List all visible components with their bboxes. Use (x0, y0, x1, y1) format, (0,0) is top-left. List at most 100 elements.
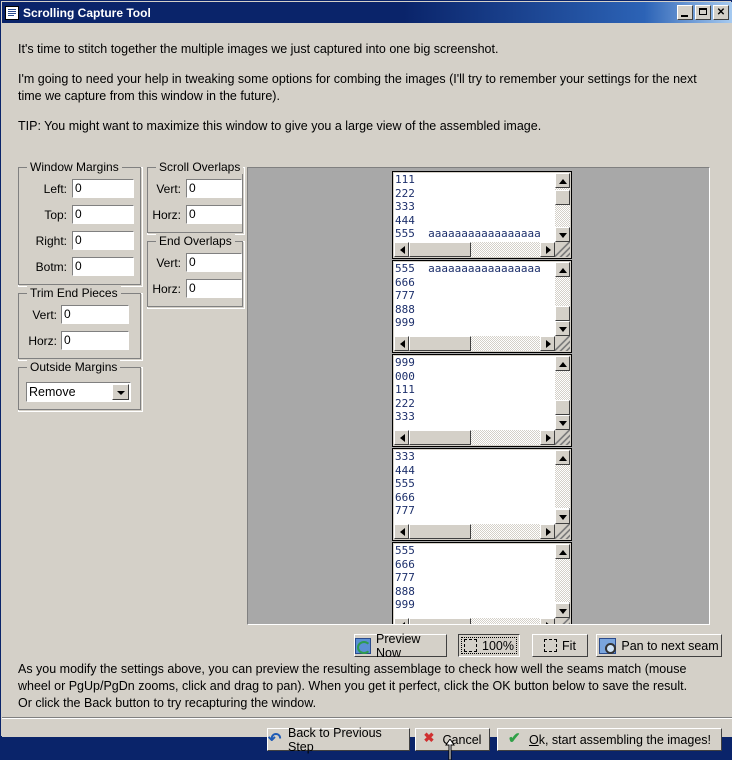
preview-segment[interactable]: 111 222 333 444 555 aaaaaaaaaaaaaaaaa (392, 171, 572, 259)
bottom-line-2: wheel or PgUp/PgDn zooms, click and drag… (18, 679, 688, 693)
resize-grip-icon[interactable] (555, 336, 570, 351)
scroll-left-icon[interactable] (394, 336, 409, 351)
group-scroll-overlaps-legend: Scroll Overlaps (156, 160, 244, 174)
preview-segment-text: 555 666 777 888 999 (394, 544, 555, 618)
input-window-margin-botm[interactable]: 0 (72, 257, 134, 276)
group-window-margins: Window Margins Left: 0 Top: 0 Right: 0 B… (18, 160, 143, 287)
segment-vertical-scrollbar[interactable] (555, 262, 570, 336)
segment-vertical-scrollbar[interactable] (555, 356, 570, 430)
scroll-right-icon[interactable] (540, 524, 555, 539)
preview-segment[interactable]: 555 666 777 888 999 (392, 542, 572, 624)
horizontal-scroll-thumb[interactable] (409, 242, 471, 257)
group-trim-end-pieces: Trim End Pieces Vert: 0 Horz: 0 (18, 286, 143, 361)
preview-now-label: Preview Now (376, 631, 421, 660)
chevron-down-icon[interactable] (112, 384, 129, 400)
input-end-overlap-horz[interactable]: 0 (186, 279, 242, 298)
segment-horizontal-scrollbar[interactable] (394, 524, 555, 539)
segment-horizontal-scrollbar[interactable] (394, 242, 555, 257)
resize-grip-icon[interactable] (555, 430, 570, 445)
segment-horizontal-scrollbar[interactable] (394, 336, 555, 351)
input-trim-horz[interactable]: 0 (61, 331, 129, 350)
scroll-left-icon[interactable] (394, 242, 409, 257)
resize-grip-icon[interactable] (555, 618, 570, 624)
resize-grip-icon[interactable] (555, 524, 570, 539)
green-check-icon (508, 729, 524, 747)
group-window-margins-legend: Window Margins (27, 160, 122, 174)
scroll-right-icon[interactable] (540, 430, 555, 445)
preview-segment[interactable]: 555 aaaaaaaaaaaaaaaaa 666 777 888 999 (392, 260, 572, 353)
bottom-line-1: As you modify the settings above, you ca… (18, 662, 687, 676)
input-window-margin-top[interactable]: 0 (72, 205, 134, 224)
pan-to-next-seam-button[interactable]: Pan to next seam (596, 634, 722, 657)
assembly-preview-canvas[interactable]: 111 222 333 444 555 aaaaaaaaaaaaaaaaa 55… (247, 167, 710, 625)
segment-vertical-scrollbar[interactable] (555, 544, 570, 618)
title-bar: Scrolling Capture Tool ✕ (2, 2, 732, 23)
horizontal-scroll-thumb[interactable] (409, 524, 471, 539)
minimize-button[interactable] (677, 5, 693, 20)
scroll-left-icon[interactable] (394, 430, 409, 445)
back-to-previous-step-button[interactable]: Back to Previous Step (267, 726, 410, 754)
preview-segment-text: 333 444 555 666 777 (394, 450, 555, 524)
group-trim-end-pieces-legend: Trim End Pieces (27, 286, 121, 300)
label-scroll-overlap-vert: Vert: (156, 181, 181, 196)
intro-line-3: TIP: You might want to maximize this win… (18, 119, 542, 133)
scroll-left-icon[interactable] (394, 618, 409, 624)
close-button[interactable]: ✕ (713, 5, 729, 20)
preview-now-button[interactable]: Preview Now (354, 631, 447, 660)
scroll-down-icon[interactable] (555, 415, 570, 430)
input-trim-vert[interactable]: 0 (61, 305, 129, 324)
zoom-fit-button[interactable]: Fit (532, 634, 588, 657)
zoom-100-button[interactable]: 100% (458, 634, 520, 657)
segment-vertical-scrollbar[interactable] (555, 173, 570, 242)
preview-segment-text: 999 000 111 222 333 (394, 356, 555, 430)
input-scroll-overlap-horz[interactable]: 0 (186, 205, 242, 224)
vertical-scroll-thumb[interactable] (555, 190, 570, 205)
label-window-margin-top: Top: (44, 207, 67, 222)
label-window-margin-botm: Botm: (35, 259, 67, 274)
dashed-box-icon (464, 639, 477, 652)
input-window-margin-right[interactable]: 0 (72, 231, 134, 250)
scroll-up-icon[interactable] (555, 450, 570, 465)
scroll-right-icon[interactable] (540, 336, 555, 351)
scroll-right-icon[interactable] (540, 618, 555, 624)
scroll-up-icon[interactable] (555, 544, 570, 559)
input-scroll-overlap-vert[interactable]: 0 (186, 179, 242, 198)
input-end-overlap-vert[interactable]: 0 (186, 253, 242, 272)
scroll-down-icon[interactable] (555, 509, 570, 524)
select-outside-margins[interactable]: Remove (26, 382, 131, 402)
input-window-margin-left[interactable]: 0 (72, 179, 134, 198)
scroll-up-icon[interactable] (555, 262, 570, 277)
scroll-up-icon[interactable] (555, 356, 570, 371)
horizontal-scroll-thumb[interactable] (409, 336, 471, 351)
resize-grip-icon[interactable] (555, 242, 570, 257)
segment-horizontal-scrollbar[interactable] (394, 430, 555, 445)
ok-start-assembling-button[interactable]: Ok, start assembling the images! (497, 728, 722, 751)
horizontal-scroll-thumb[interactable] (409, 430, 471, 445)
scroll-down-icon[interactable] (555, 603, 570, 618)
horizontal-scroll-thumb[interactable] (409, 618, 471, 624)
zoom-fit-label: Fit (562, 638, 576, 653)
preview-segment[interactable]: 999 000 111 222 333 (392, 354, 572, 447)
window-title: Scrolling Capture Tool (23, 5, 151, 20)
intro-text: It's time to stitch together the multipl… (18, 41, 718, 135)
scroll-up-icon[interactable] (555, 173, 570, 188)
bottom-line-3: Or click the Back button to try recaptur… (18, 696, 317, 710)
refresh-icon (355, 637, 371, 654)
group-outside-margins-legend: Outside Margins (27, 360, 121, 374)
scroll-left-icon[interactable] (394, 524, 409, 539)
vertical-scroll-thumb[interactable] (555, 306, 570, 321)
window-controls: ✕ (677, 5, 729, 20)
maximize-button[interactable] (695, 5, 711, 20)
scroll-right-icon[interactable] (540, 242, 555, 257)
label-trim-horz: Horz: (28, 333, 57, 348)
scroll-down-icon[interactable] (555, 227, 570, 242)
group-end-overlaps-legend: End Overlaps (156, 234, 235, 248)
preview-segment[interactable]: 333 444 555 666 777 (392, 448, 572, 541)
cancel-button[interactable]: Cancel (415, 728, 490, 751)
vertical-scroll-thumb[interactable] (555, 400, 570, 415)
preview-segment-text: 111 222 333 444 555 aaaaaaaaaaaaaaaaa (394, 173, 555, 242)
client-area: It's time to stitch together the multipl… (2, 23, 732, 760)
segment-vertical-scrollbar[interactable] (555, 450, 570, 524)
segment-horizontal-scrollbar[interactable] (394, 618, 555, 624)
scroll-down-icon[interactable] (555, 321, 570, 336)
